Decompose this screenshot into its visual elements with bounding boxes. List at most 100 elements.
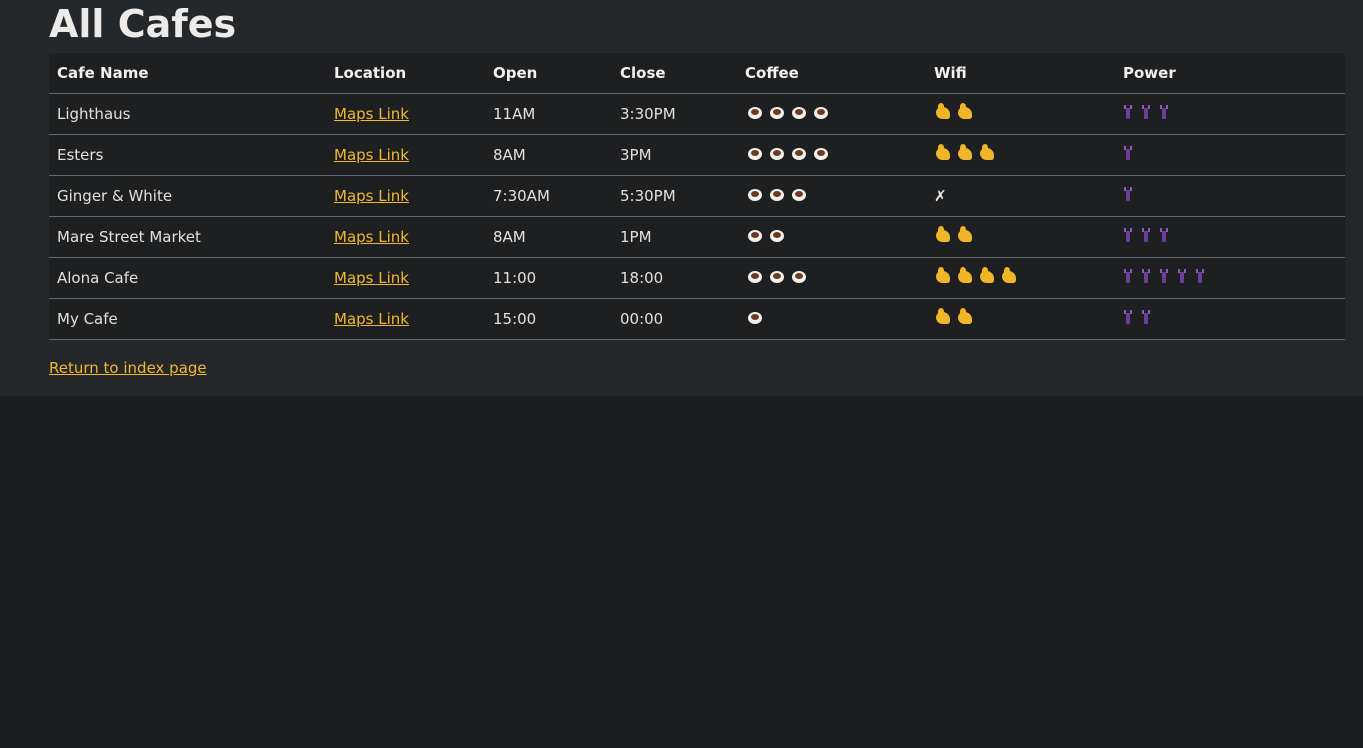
location-cell: Maps Link (326, 175, 485, 217)
power-rating (1123, 105, 1168, 119)
close-time-cell: 5:30PM (612, 175, 737, 217)
flexed-biceps-icon (958, 144, 972, 160)
header-wifi: Wifi (926, 53, 1115, 94)
electric-plug-icon (1142, 269, 1150, 283)
coffee-rating (745, 230, 784, 242)
electric-plug-icon (1196, 269, 1204, 283)
coffee-cup-icon (770, 271, 784, 283)
wifi-rating (934, 103, 972, 119)
table-row: My Cafe Maps Link 15:00 00:00 (49, 298, 1345, 340)
open-time-cell: 11:00 (485, 257, 612, 299)
flexed-biceps-icon (958, 267, 972, 283)
coffee-rating-cell (737, 93, 926, 135)
cafe-name-cell: Mare Street Market (49, 216, 326, 258)
wifi-rating (934, 144, 994, 160)
coffee-cup-icon (792, 271, 806, 283)
location-cell: Maps Link (326, 216, 485, 258)
page-title: All Cafes (49, 2, 237, 46)
header-coffee: Coffee (737, 53, 926, 94)
flexed-biceps-icon (936, 226, 950, 242)
location-cell: Maps Link (326, 257, 485, 299)
coffee-rating (745, 148, 828, 160)
power-rating (1123, 269, 1204, 283)
coffee-cup-icon (748, 271, 762, 283)
header-open: Open (485, 53, 612, 94)
maps-link[interactable]: Maps Link (334, 105, 409, 123)
power-rating-cell (1115, 175, 1345, 217)
header-cafe-name: Cafe Name (49, 53, 326, 94)
power-rating-cell (1115, 134, 1345, 176)
wifi-rating-cell (926, 216, 1115, 258)
wifi-rating-cell (926, 257, 1115, 299)
coffee-rating-cell (737, 298, 926, 340)
power-rating (1123, 187, 1132, 201)
electric-plug-icon (1160, 105, 1168, 119)
power-rating-cell (1115, 298, 1345, 340)
close-time-cell: 3:30PM (612, 93, 737, 135)
cafe-name-cell: Ginger & White (49, 175, 326, 217)
close-time-cell: 1PM (612, 216, 737, 258)
coffee-cup-icon (770, 189, 784, 201)
table-row: Alona Cafe Maps Link 11:00 18:00 (49, 257, 1345, 299)
coffee-cup-icon (792, 189, 806, 201)
open-time-cell: 8AM (485, 216, 612, 258)
flexed-biceps-icon (958, 308, 972, 324)
power-rating-cell (1115, 93, 1345, 135)
maps-link[interactable]: Maps Link (334, 228, 409, 246)
coffee-cup-icon (748, 230, 762, 242)
coffee-cup-icon (814, 107, 828, 119)
location-cell: Maps Link (326, 298, 485, 340)
close-time-cell: 3PM (612, 134, 737, 176)
electric-plug-icon (1178, 269, 1186, 283)
close-time-cell: 18:00 (612, 257, 737, 299)
coffee-cup-icon (748, 107, 762, 119)
maps-link[interactable]: Maps Link (334, 187, 409, 205)
table-row: Esters Maps Link 8AM 3PM (49, 134, 1345, 176)
close-time-cell: 00:00 (612, 298, 737, 340)
electric-plug-icon (1124, 310, 1132, 324)
flexed-biceps-icon (1002, 267, 1016, 283)
table-row: Mare Street Market Maps Link 8AM 1PM (49, 216, 1345, 258)
open-time-cell: 8AM (485, 134, 612, 176)
power-rating (1123, 228, 1168, 242)
power-rating (1123, 146, 1132, 160)
electric-plug-icon (1124, 105, 1132, 119)
flexed-biceps-icon (980, 144, 994, 160)
return-to-index-link[interactable]: Return to index page (49, 359, 207, 377)
cafe-name-cell: Alona Cafe (49, 257, 326, 299)
coffee-rating (745, 271, 806, 283)
wifi-rating-cell (926, 298, 1115, 340)
electric-plug-icon (1160, 228, 1168, 242)
flexed-biceps-icon (980, 267, 994, 283)
maps-link[interactable]: Maps Link (334, 310, 409, 328)
coffee-cup-icon (814, 148, 828, 160)
header-location: Location (326, 53, 485, 94)
open-time-cell: 11AM (485, 93, 612, 135)
header-close: Close (612, 53, 737, 94)
coffee-rating-cell (737, 134, 926, 176)
coffee-cup-icon (770, 148, 784, 160)
electric-plug-icon (1124, 146, 1132, 160)
coffee-cup-icon (748, 148, 762, 160)
flexed-biceps-icon (958, 226, 972, 242)
maps-link[interactable]: Maps Link (334, 269, 409, 287)
table-row: Ginger & White Maps Link 7:30AM 5:30PM ✗ (49, 175, 1345, 217)
coffee-cup-icon (748, 312, 762, 324)
table-row: Lighthaus Maps Link 11AM 3:30PM (49, 93, 1345, 135)
wifi-rating-cell (926, 93, 1115, 135)
flexed-biceps-icon (958, 103, 972, 119)
cafe-rows: Lighthaus Maps Link 11AM 3:30PM Esters Maps L… (49, 93, 1345, 340)
electric-plug-icon (1142, 105, 1150, 119)
wifi-rating (934, 226, 972, 242)
wifi-rating (934, 308, 972, 324)
open-time-cell: 7:30AM (485, 175, 612, 217)
electric-plug-icon (1142, 228, 1150, 242)
maps-link[interactable]: Maps Link (334, 146, 409, 164)
wifi-rating (934, 267, 1016, 283)
coffee-cup-icon (770, 230, 784, 242)
power-rating (1123, 310, 1150, 324)
location-cell: Maps Link (326, 93, 485, 135)
coffee-cup-icon (748, 189, 762, 201)
power-rating-cell (1115, 257, 1345, 299)
wifi-rating-cell: ✗ (926, 175, 1115, 217)
